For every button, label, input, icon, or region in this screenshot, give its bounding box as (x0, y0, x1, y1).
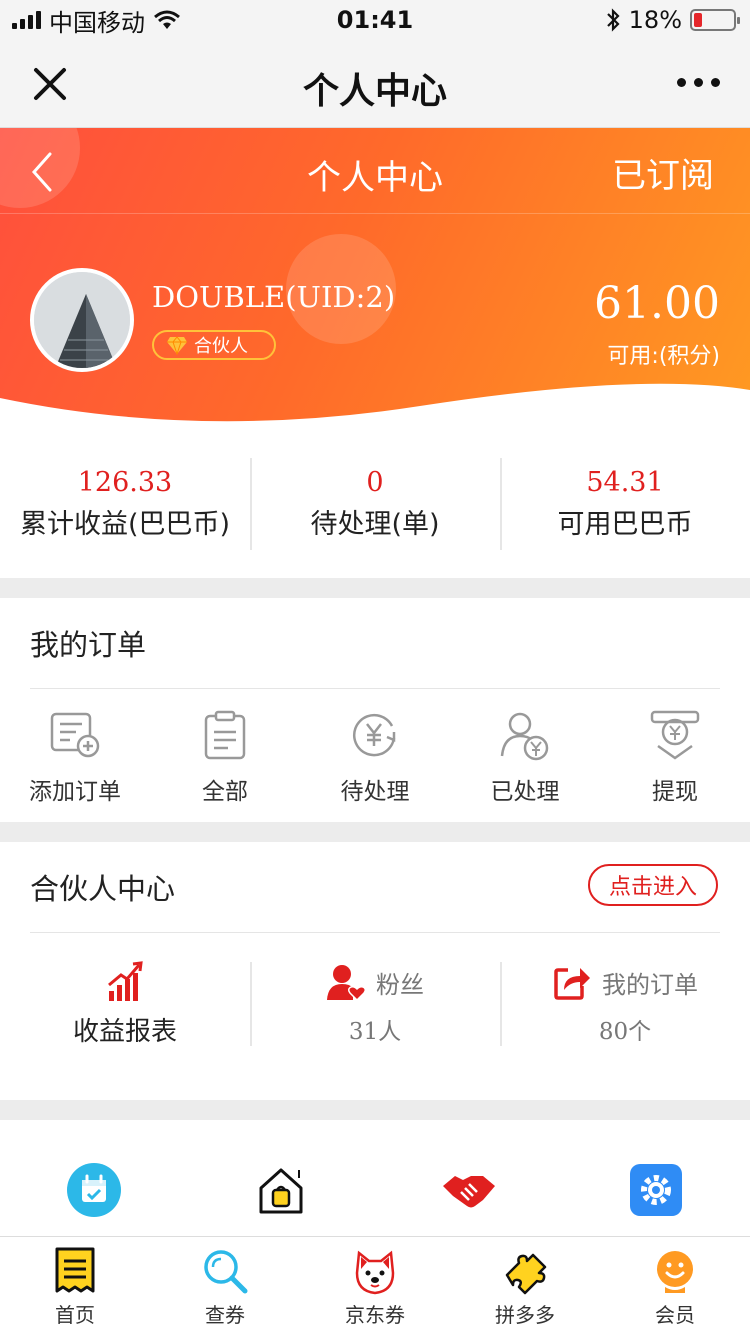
stat-label: 累计收益(巴巴币) (19, 509, 231, 540)
dog-icon (355, 1250, 395, 1295)
page-header: 个人中心 已订阅 (0, 128, 750, 214)
tab-jd-coupons[interactable]: 京东券 (300, 1237, 450, 1334)
order-item-label: 已处理 (490, 779, 560, 805)
tool-calendar-button[interactable] (0, 1162, 188, 1218)
battery-icon (690, 9, 740, 31)
bottom-tab-bar: 首页 查券 京东券 拼多多 会员 (0, 1236, 750, 1334)
partner-menu: 收益报表 粉丝 31人 我的订单 80个 (0, 954, 750, 1054)
status-bar: 中国移动 01:41 18% (0, 0, 750, 40)
search-icon (204, 1250, 248, 1294)
order-all-button[interactable]: 全部 (150, 708, 300, 806)
order-item-label: 全部 (202, 779, 248, 805)
wechat-title: 个人中心 (302, 71, 447, 112)
subscribed-button[interactable]: 已订阅 (612, 148, 714, 197)
settings-gear-icon (630, 1164, 683, 1216)
tab-member[interactable]: 会员 (600, 1237, 750, 1334)
order-item-label: 待处理 (340, 779, 410, 805)
stat-label: 可用巴巴币 (557, 509, 693, 540)
shop-icon (259, 1168, 303, 1214)
share-arrow-icon (554, 968, 590, 1000)
tab-label: 首页 (55, 1303, 95, 1327)
order-item-label: 添加订单 (29, 779, 121, 805)
puzzle-icon (505, 1253, 547, 1295)
my-orders-label: 我的订单 (602, 970, 698, 999)
points-label: 可用:(积分) (607, 344, 720, 369)
stats-row: 126.33 累计收益(巴巴币) 0 待处理(单) 54.31 可用巴巴币 (0, 430, 750, 578)
order-pending-button[interactable]: 待处理 (300, 708, 450, 806)
tab-label: 拼多多 (495, 1303, 555, 1327)
tool-settings-button[interactable] (563, 1162, 750, 1218)
orders-card: 我的订单 添加订单 全部 待处理 已处理 提现 (0, 598, 750, 822)
withdraw-icon (650, 710, 700, 760)
earnings-report-button[interactable]: 收益报表 (0, 954, 250, 1054)
tool-shop-button[interactable] (188, 1162, 376, 1218)
add-order-icon (50, 712, 100, 758)
stat-label: 待处理(单) (310, 509, 440, 540)
tool-cooperation-button[interactable] (375, 1162, 563, 1218)
bar-chart-icon (108, 960, 143, 1001)
points-value: 61.00 (594, 278, 720, 329)
report-label: 收益报表 (72, 1016, 177, 1047)
fans-button[interactable]: 粉丝 31人 (250, 954, 500, 1054)
partner-card: 合伙人中心 点击进入 收益报表 粉丝 31人 我的订单 80个 (0, 842, 750, 1100)
stat-value: 126.33 (77, 467, 173, 498)
username: DOUBLE(UID:2) (152, 280, 396, 314)
tab-label: 查券 (205, 1303, 245, 1327)
orders-title: 我的订单 (30, 628, 147, 662)
tab-label: 京东券 (345, 1303, 405, 1327)
tab-search-coupons[interactable]: 查券 (150, 1237, 300, 1334)
my-orders-count: 80个 (598, 1019, 652, 1045)
stat-value: 0 (366, 467, 384, 498)
status-right: 18% (605, 6, 740, 34)
more-icon[interactable] (677, 78, 720, 87)
my-orders-button[interactable]: 我的订单 80个 (500, 954, 750, 1054)
divider (30, 688, 720, 689)
diamond-icon (167, 336, 187, 355)
home-receipt-icon (55, 1247, 95, 1293)
stat-available-coins[interactable]: 54.31 可用巴巴币 (500, 430, 750, 578)
wechat-nav-bar: 个人中心 (0, 40, 750, 128)
tools-card (0, 1120, 750, 1238)
profile-hero: 个人中心 已订阅 DOUBLE(UID:2) 合伙人 61.00 可用:(积分) (0, 128, 750, 430)
tab-home[interactable]: 首页 (0, 1237, 150, 1334)
yuan-refresh-icon (353, 713, 396, 757)
fans-label: 粉丝 (376, 970, 424, 999)
order-item-label: 提现 (652, 779, 698, 805)
order-add-button[interactable]: 添加订单 (0, 708, 150, 806)
tab-label: 会员 (655, 1303, 695, 1327)
handshake-icon (442, 1176, 495, 1208)
enter-button[interactable]: 点击进入 (588, 864, 718, 906)
bluetooth-icon (606, 8, 620, 32)
fans-user-heart-icon (327, 965, 366, 1002)
partner-title: 合伙人中心 (30, 872, 176, 906)
partner-badge: 合伙人 (152, 330, 276, 360)
avatar[interactable] (30, 268, 134, 372)
tab-pinduoduo[interactable]: 拼多多 (450, 1237, 600, 1334)
hero-wave (0, 383, 750, 430)
battery-percent: 18% (628, 6, 682, 34)
calendar-icon (66, 1163, 121, 1217)
stat-total-earnings[interactable]: 126.33 累计收益(巴巴币) (0, 430, 250, 578)
order-withdraw-button[interactable]: 提现 (600, 708, 750, 806)
divider (30, 932, 720, 933)
orders-menu: 添加订单 全部 待处理 已处理 提现 (0, 708, 750, 806)
member-face-icon (657, 1251, 693, 1293)
tools-menu (0, 1162, 750, 1218)
order-processed-button[interactable]: 已处理 (450, 708, 600, 806)
clipboard-icon (204, 710, 246, 760)
stat-pending[interactable]: 0 待处理(单) (250, 430, 500, 578)
fans-count: 31人 (348, 1019, 402, 1045)
badge-label: 合伙人 (194, 336, 248, 357)
user-yuan-icon (500, 712, 549, 761)
stat-value: 54.31 (586, 467, 664, 498)
